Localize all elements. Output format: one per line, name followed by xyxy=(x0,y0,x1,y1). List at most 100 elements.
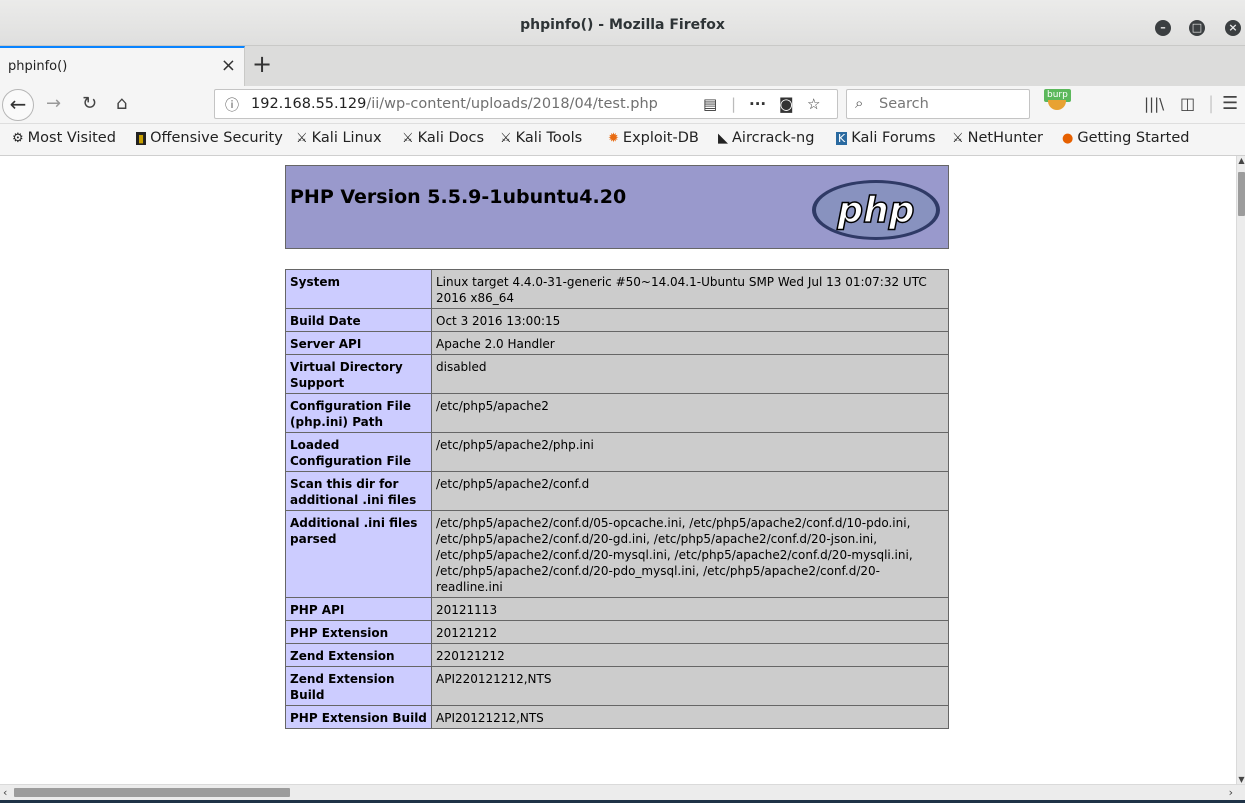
info-row: Loaded Configuration File/etc/php5/apach… xyxy=(285,432,949,472)
info-key: PHP Extension Build xyxy=(285,705,432,729)
minimize-button[interactable]: – xyxy=(1155,20,1171,36)
forward-icon[interactable]: → xyxy=(46,92,61,116)
offsec-icon: ▮ xyxy=(136,132,147,145)
info-key: Server API xyxy=(285,331,432,355)
bookmark-kali-tools[interactable]: ⚔ Kali Tools xyxy=(500,130,582,146)
info-value: disabled xyxy=(431,354,949,394)
bookmark-star-icon[interactable]: ☆ xyxy=(807,94,820,114)
info-row: PHP Extension 20121212 xyxy=(285,620,949,644)
info-row: Zend Extension 220121212 xyxy=(285,643,949,667)
burp-logo xyxy=(1048,100,1066,110)
url-text[interactable]: 192.168.55.129/ii/wp-content/uploads/201… xyxy=(251,96,658,112)
info-row: Virtual Directory Support disabled xyxy=(285,354,949,394)
search-icon: ⌕ xyxy=(855,94,864,112)
kali-icon: ⚔ xyxy=(500,131,512,146)
bookmarks-toolbar: ⚙ Most Visited ▮ Offensive Security ⚔ Kali … xyxy=(0,124,1245,156)
close-tab-icon[interactable]: × xyxy=(221,56,236,76)
info-key: Configuration File (php.ini) Path xyxy=(285,393,432,433)
bookmark-kali-linux[interactable]: ⚔ Kali Linux xyxy=(296,130,382,146)
bookmark-label: Offensive Security xyxy=(150,130,283,146)
search-bar[interactable]: ⌕ Search xyxy=(846,89,1030,119)
burp-extension-icon[interactable]: burp xyxy=(1044,89,1072,115)
navigation-toolbar: ← → ↻ ⌂ ⓘ 192.168.55.129/ii/wp-content/u… xyxy=(0,86,1245,124)
info-key: Zend Extension Build xyxy=(285,666,432,706)
info-value: 220121212 xyxy=(431,643,949,667)
info-key: Loaded Configuration File xyxy=(285,432,432,472)
home-icon[interactable]: ⌂ xyxy=(116,92,127,116)
search-placeholder: Search xyxy=(879,96,929,112)
info-row: Scan this dir for additional .ini files /… xyxy=(285,471,949,511)
bookmark-label: NetHunter xyxy=(967,130,1043,146)
info-value: API220121212,NTS xyxy=(431,666,949,706)
bookmark-kali-docs[interactable]: ⚔ Kali Docs xyxy=(402,130,484,146)
aircrack-icon: ◣ xyxy=(718,131,728,146)
kali-icon: ⚔ xyxy=(952,131,964,146)
url-host: 192.168.55.129 xyxy=(251,96,367,112)
info-key: Virtual Directory Support xyxy=(285,354,432,394)
info-key: System xyxy=(285,269,432,309)
firefox-window: phpinfo() - Mozilla Firefox – □ × phpinf… xyxy=(0,0,1245,800)
horizontal-scrollbar[interactable]: ‹ › xyxy=(0,784,1245,800)
bookmark-label: Kali Tools xyxy=(515,130,583,146)
bookmark-label: Kali Forums xyxy=(851,130,936,146)
kali-forums-icon: K xyxy=(836,132,848,145)
url-bar[interactable]: ⓘ 192.168.55.129/ii/wp-content/uploads/2… xyxy=(214,89,838,119)
info-value: 20121113 xyxy=(431,597,949,621)
scroll-down-icon[interactable]: ▼ xyxy=(1237,775,1245,784)
bookmark-aircrack-ng[interactable]: ◣ Aircrack-ng xyxy=(718,130,814,146)
info-row: Server API Apache 2.0 Handler xyxy=(285,331,949,355)
kali-icon: ⚔ xyxy=(402,131,414,146)
scroll-right-icon[interactable]: › xyxy=(1229,786,1233,799)
info-row: PHP API 20121113 xyxy=(285,597,949,621)
info-row: Configuration File (php.ini) Path/etc/ph… xyxy=(285,393,949,433)
bookmark-label: Most Visited xyxy=(27,130,116,146)
horizontal-scroll-thumb[interactable] xyxy=(14,788,290,797)
bookmark-label: Getting Started xyxy=(1077,130,1190,146)
info-value: /etc/php5/apache2/conf.d xyxy=(431,471,949,511)
info-row: Additional .ini files parsed/etc/php5/ap… xyxy=(285,510,949,598)
bookmark-label: Aircrack-ng xyxy=(732,130,815,146)
pocket-icon[interactable]: ◙ xyxy=(779,94,794,114)
info-key: PHP Extension xyxy=(285,620,432,644)
new-tab-button[interactable]: + xyxy=(252,50,272,78)
scroll-up-icon[interactable]: ▲ xyxy=(1237,156,1245,165)
window-title: phpinfo() - Mozilla Firefox xyxy=(520,17,725,33)
bookmark-label: Exploit-DB xyxy=(622,130,699,146)
maximize-button[interactable]: □ xyxy=(1189,20,1205,36)
url-path: /ii/wp-content/uploads/2018/04/test.php xyxy=(366,96,658,112)
info-value: API20121212,NTS xyxy=(431,705,949,729)
sidebar-icon[interactable]: ◫ xyxy=(1180,92,1195,116)
bookmark-exploit-db[interactable]: ✹ Exploit-DB xyxy=(608,130,699,146)
php-logo: php xyxy=(812,180,940,240)
exploitdb-icon: ✹ xyxy=(608,131,619,146)
more-icon[interactable]: ··· xyxy=(749,94,766,114)
info-icon[interactable]: ⓘ xyxy=(225,95,239,115)
info-row: Build Date Oct 3 2016 13:00:15 xyxy=(285,308,949,332)
title-bar: phpinfo() - Mozilla Firefox – □ × xyxy=(0,0,1245,46)
close-button[interactable]: × xyxy=(1225,20,1241,36)
bookmark-nethunter[interactable]: ⚔ NetHunter xyxy=(952,130,1043,146)
info-key: Zend Extension xyxy=(285,643,432,667)
menu-icon[interactable]: ☰ xyxy=(1222,92,1238,116)
vertical-scrollbar[interactable]: ▲ ▼ xyxy=(1236,156,1245,784)
bookmark-most-visited[interactable]: ⚙ Most Visited xyxy=(12,130,116,146)
tab-strip: phpinfo() × + xyxy=(0,46,1245,86)
bookmark-offensive-security[interactable]: ▮ Offensive Security xyxy=(136,130,283,146)
bookmark-kali-forums[interactable]: K Kali Forums xyxy=(836,130,936,146)
reader-icon[interactable]: ▤ xyxy=(703,94,717,114)
back-icon[interactable]: ← xyxy=(2,89,34,121)
library-icon[interactable]: |||\ xyxy=(1144,92,1164,116)
info-row: System Linux target 4.4.0-31-generic #50~… xyxy=(285,269,949,309)
vertical-scroll-thumb[interactable] xyxy=(1238,172,1245,216)
info-value: /etc/php5/apache2 xyxy=(431,393,949,433)
bookmark-getting-started[interactable]: ● Getting Started xyxy=(1062,130,1189,146)
scroll-left-icon[interactable]: ‹ xyxy=(3,786,7,799)
info-key: Additional .ini files parsed xyxy=(285,510,432,598)
tab-phpinfo[interactable]: phpinfo() × xyxy=(0,46,245,86)
php-version-header: PHP Version 5.5.9-1ubuntu4.20 php xyxy=(285,165,949,249)
page-content: PHP Version 5.5.9-1ubuntu4.20 php System… xyxy=(0,156,1236,784)
info-key: Scan this dir for additional .ini files xyxy=(285,471,432,511)
info-value: Apache 2.0 Handler xyxy=(431,331,949,355)
php-logo-text: php xyxy=(836,190,914,231)
reload-icon[interactable]: ↻ xyxy=(82,92,97,116)
